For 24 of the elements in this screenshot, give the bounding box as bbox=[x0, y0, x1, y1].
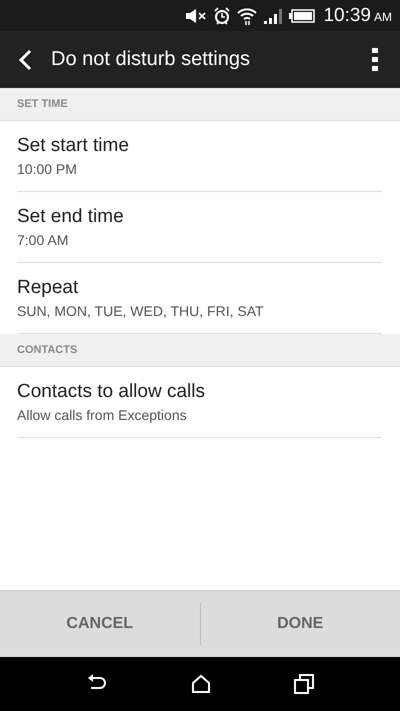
signal-icon bbox=[263, 8, 284, 24]
setting-title: Set end time bbox=[17, 206, 125, 228]
section-header: CONTACTS bbox=[0, 334, 400, 367]
setting-value: 10:00 PM bbox=[17, 161, 78, 177]
setting-item[interactable]: Set end time 7:00 AM bbox=[17, 192, 382, 263]
setting-item[interactable]: Contacts to allow calls Allow calls from Exceptions bbox=[17, 367, 382, 438]
muted-speaker-icon bbox=[185, 8, 208, 24]
setting-value: 7:00 AM bbox=[17, 232, 70, 248]
status-meridiem: AM bbox=[374, 10, 392, 24]
home-icon[interactable] bbox=[190, 674, 211, 694]
status-time: 10:39 bbox=[323, 4, 371, 26]
alarm-clock-icon bbox=[213, 6, 232, 24]
setting-value: Allow calls from Exceptions bbox=[17, 407, 188, 423]
screen-title: Do not disturb settings bbox=[51, 48, 251, 71]
overflow-menu-icon[interactable] bbox=[372, 48, 378, 72]
setting-title: Repeat bbox=[17, 277, 80, 299]
setting-item[interactable]: Set start time 10:00 PM bbox=[17, 121, 382, 192]
wifi-icon bbox=[237, 6, 258, 24]
setting-value: SUN, MON, TUE, WED, THU, FRI, SAT bbox=[17, 303, 265, 319]
setting-title: Set start time bbox=[17, 135, 130, 157]
battery-icon bbox=[289, 8, 316, 22]
setting-title: Contacts to allow calls bbox=[17, 381, 206, 403]
recent-apps-icon[interactable] bbox=[294, 674, 314, 694]
section-header: SET TIME bbox=[0, 88, 400, 121]
